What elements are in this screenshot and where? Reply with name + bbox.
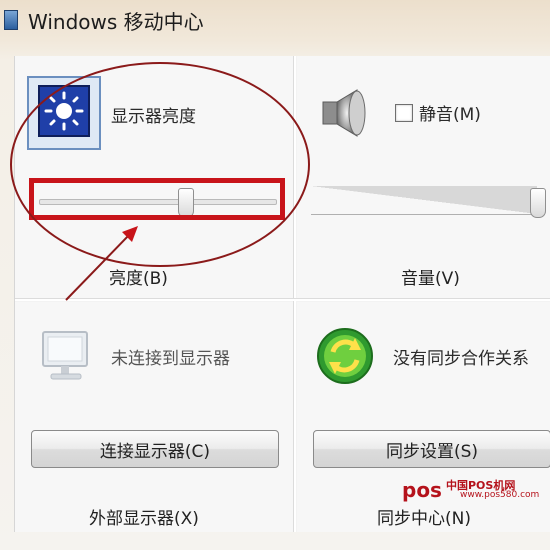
speaker-icon[interactable] bbox=[319, 86, 373, 140]
display-status-text: 未连接到显示器 bbox=[111, 349, 230, 369]
sync-center-footer-label: 同步中心(N) bbox=[377, 509, 471, 529]
monitor-icon bbox=[42, 331, 88, 380]
volume-tile: 静音(M) 音量(V) bbox=[297, 56, 550, 298]
sync-status-text: 没有同步合作关系 bbox=[393, 349, 529, 369]
app-icon bbox=[4, 10, 18, 30]
mute-label[interactable]: 静音(M) bbox=[419, 100, 481, 125]
window-title: Windows 移动中心 bbox=[28, 10, 204, 34]
brightness-tile: 显示器亮度 亮度(B) bbox=[15, 56, 293, 298]
external-display-tile: 未连接到显示器 连接显示器(C) 外部显示器(X) bbox=[15, 302, 293, 532]
title-bar: Windows 移动中心 bbox=[0, 0, 550, 42]
connect-display-button[interactable]: 连接显示器(C) bbox=[31, 430, 279, 468]
watermark: pos 中国POS机网 www.pos580.com bbox=[402, 478, 548, 502]
mute-checkbox[interactable] bbox=[395, 104, 413, 122]
annotation-arrow bbox=[65, 226, 138, 301]
volume-slider-track[interactable] bbox=[311, 186, 537, 215]
display-brightness-icon[interactable] bbox=[27, 76, 101, 150]
external-display-footer-label: 外部显示器(X) bbox=[89, 509, 199, 529]
slider-highlight-box bbox=[29, 178, 285, 220]
watermark-logo: pos bbox=[402, 478, 442, 502]
volume-slider-thumb[interactable] bbox=[530, 188, 546, 218]
watermark-url: www.pos580.com bbox=[460, 490, 540, 500]
brightness-header-label: 显示器亮度 bbox=[111, 107, 196, 127]
sync-icon[interactable] bbox=[315, 326, 375, 386]
mobility-center-window: Windows 移动中心 显示器亮度 亮度(B) 静音(M) 音量(V) 未连接… bbox=[0, 0, 550, 550]
sync-settings-button[interactable]: 同步设置(S) bbox=[313, 430, 550, 468]
volume-footer-label: 音量(V) bbox=[401, 269, 460, 289]
vertical-divider bbox=[294, 56, 296, 532]
